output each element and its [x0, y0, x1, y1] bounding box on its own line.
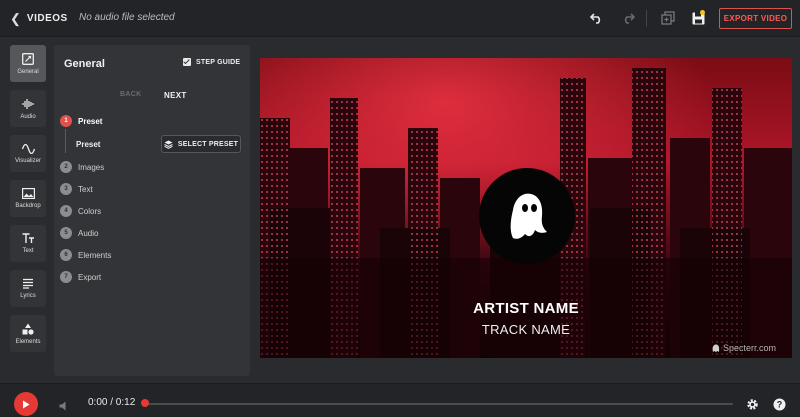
step-audio[interactable]: 5 Audio — [60, 226, 98, 240]
timeline-scrubber[interactable] — [141, 399, 149, 407]
audio-status-text: No audio file selected — [79, 12, 175, 23]
step-label: Elements — [78, 250, 112, 260]
volume-icon[interactable] — [59, 398, 70, 416]
nav-elements[interactable]: Elements — [10, 315, 46, 352]
preset-sub-label: Preset — [76, 140, 101, 149]
step-images[interactable]: 2 Images — [60, 160, 104, 174]
select-preset-button[interactable]: SELECT PRESET — [161, 135, 241, 153]
step-guide-label: STEP GUIDE — [196, 58, 241, 66]
audio-wave-icon — [22, 98, 34, 109]
toolbar-divider — [646, 10, 647, 27]
step-elements[interactable]: 6 Elements — [60, 248, 111, 262]
video-preview[interactable]: ARTIST NAME TRACK NAME Specterr.com — [260, 58, 792, 358]
nav-label: Elements — [15, 338, 41, 345]
nav-text[interactable]: Text — [10, 225, 46, 262]
export-video-button[interactable]: EXPORT VIDEO — [719, 8, 792, 29]
nav-label: Audio — [20, 113, 36, 120]
nav-lyrics[interactable]: Lyrics — [10, 270, 46, 307]
step-number: 3 — [60, 183, 72, 195]
watermark-text: Specterr.com — [723, 343, 777, 353]
step-label: Audio — [78, 228, 99, 238]
text-icon — [22, 233, 34, 243]
step-text[interactable]: 3 Text — [60, 182, 93, 196]
step-label: Images — [78, 162, 105, 172]
chevron-left-icon: ❮ — [10, 10, 21, 26]
layers-icon — [164, 140, 173, 149]
nav-label: Text — [22, 248, 34, 254]
nav-label: Backdrop — [15, 203, 41, 209]
lyrics-icon — [23, 278, 33, 289]
back-to-videos-button[interactable]: ❮ VIDEOS — [10, 9, 68, 27]
artist-name-text: ARTIST NAME — [473, 300, 579, 317]
step-number: 6 — [60, 249, 72, 261]
step-export[interactable]: 7 Export — [60, 270, 101, 284]
nav-visualizer[interactable]: Visualizer — [10, 135, 46, 172]
step-label: Colors — [78, 206, 102, 216]
unsaved-indicator — [700, 10, 705, 15]
settings-gear-icon[interactable] — [745, 397, 759, 411]
step-number: 1 — [60, 115, 72, 127]
help-icon[interactable]: ? — [772, 397, 786, 411]
nav-general[interactable]: General — [10, 45, 46, 82]
play-icon — [23, 400, 30, 408]
shapes-icon — [22, 323, 34, 335]
nav-audio[interactable]: Audio — [10, 90, 46, 127]
player-bar: 0:00 / 0:12 ? — [0, 383, 800, 417]
step-number: 2 — [60, 161, 72, 173]
specterr-logo-icon — [712, 344, 720, 352]
general-panel: General STEP GUIDE BACK NEXT 1 Preset Pr… — [54, 45, 250, 376]
time-display: 0:00 / 0:12 — [88, 397, 136, 408]
step-number: 7 — [60, 271, 72, 283]
nav-label: Visualizer — [15, 157, 41, 164]
nav-label: Lyrics — [20, 293, 36, 299]
step-number: 4 — [60, 205, 72, 217]
step-connector — [65, 129, 66, 153]
watermark: Specterr.com — [712, 343, 776, 353]
step-preset[interactable]: 1 Preset — [60, 114, 102, 128]
step-label: Export — [78, 272, 102, 282]
logo-circle — [479, 168, 575, 264]
step-colors[interactable]: 4 Colors — [60, 204, 101, 218]
nav-label: General — [17, 68, 39, 75]
top-bar: ❮ VIDEOS No audio file selected EXPORT V… — [0, 0, 800, 37]
ghost-icon — [510, 193, 547, 239]
undo-icon[interactable] — [589, 10, 605, 26]
checkbox-checked-icon[interactable] — [183, 58, 191, 66]
redo-icon[interactable] — [620, 10, 636, 26]
step-label: Text — [78, 184, 93, 194]
image-icon — [21, 188, 35, 199]
next-step-button[interactable]: NEXT — [164, 91, 187, 100]
nav-backdrop[interactable]: Backdrop — [10, 180, 46, 217]
play-button[interactable] — [14, 392, 38, 416]
back-label: VIDEOS — [26, 12, 68, 24]
panel-title: General — [64, 58, 105, 70]
step-number: 5 — [60, 227, 72, 239]
visualizer-icon — [21, 143, 35, 154]
timeline-track[interactable] — [145, 403, 733, 405]
duplicate-icon[interactable] — [660, 10, 676, 26]
general-icon — [22, 52, 34, 65]
step-label: Preset — [78, 116, 103, 126]
back-step-button[interactable]: BACK — [120, 91, 141, 98]
svg-text:?: ? — [776, 399, 782, 409]
select-preset-label: SELECT PRESET — [177, 140, 239, 148]
step-guide-toggle[interactable]: STEP GUIDE — [183, 58, 240, 66]
track-name-text: TRACK NAME — [481, 322, 571, 337]
